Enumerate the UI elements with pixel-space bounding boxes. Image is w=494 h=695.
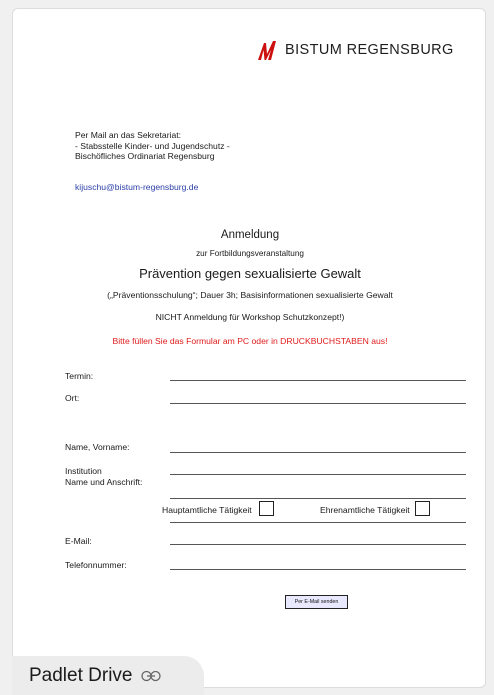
course-title: Prävention gegen sexualisierte Gewalt (139, 266, 361, 281)
brand-mark-icon (258, 41, 276, 60)
termin-label: Termin: (65, 371, 94, 381)
divider (170, 522, 466, 523)
fill-instruction: Bitte füllen Sie das Formular am PC oder… (112, 336, 388, 346)
institution-label: Institution Name und Anschrift: (65, 466, 142, 487)
padlet-drive-label: Padlet Drive (29, 665, 133, 686)
name-label: Name, Vorname: (65, 442, 130, 452)
recipient-line: Per Mail an das Sekretariat: (75, 130, 182, 140)
course-note: („Präventionsschulung“; Dauer 3h; Basisi… (107, 290, 393, 300)
recipient-line: - Stabsstelle Kinder- und Jugendschutz - (75, 140, 230, 151)
telefon-label: Telefonnummer: (65, 560, 127, 570)
padlet-drive-tab[interactable]: Padlet Drive (12, 656, 204, 695)
recipient-email: kijuschu@bistum-regensburg.de (75, 182, 199, 192)
hauptamtlich-label: Hauptamtliche Tätigkeit (162, 505, 252, 515)
name-field[interactable] (170, 452, 466, 453)
email-label: E-Mail: (65, 536, 92, 546)
ehrenamtlich-label: Ehrenamtliche Tätigkeit (320, 505, 410, 515)
ehrenamtlich-checkbox[interactable] (415, 501, 430, 516)
recipient-line: Bischöfliches Ordinariat Regensburg (75, 151, 215, 162)
form-subtitle: zur Fortbildungsveranstaltung (196, 249, 304, 258)
email-field[interactable] (170, 544, 466, 545)
institution-field[interactable] (170, 474, 466, 475)
brand-logo: BISTUM REGENSBURG (257, 39, 454, 61)
brand-text: BISTUM REGENSBURG (285, 42, 454, 58)
recipient-block: Per Mail an das Sekretariat: - Stabsstel… (75, 130, 230, 162)
form-title: Anmeldung (220, 229, 280, 241)
ort-field[interactable] (170, 403, 466, 404)
not-registration-note: NICHT Anmeldung für Workshop Schutzkonze… (155, 312, 345, 322)
send-email-button[interactable]: Per E-Mail senden (285, 595, 348, 609)
institution-label-line: Name und Anschrift: (65, 476, 143, 487)
telefon-field[interactable] (170, 569, 466, 570)
institution-address-field[interactable] (170, 498, 466, 499)
termin-field[interactable] (170, 380, 466, 381)
institution-label-line: Institution (65, 466, 102, 476)
document-page: BISTUM REGENSBURG Per Mail an das Sekret… (12, 8, 486, 688)
ort-label: Ort: (65, 393, 80, 403)
link-icon[interactable] (140, 670, 161, 682)
hauptamtlich-checkbox[interactable] (259, 501, 274, 516)
